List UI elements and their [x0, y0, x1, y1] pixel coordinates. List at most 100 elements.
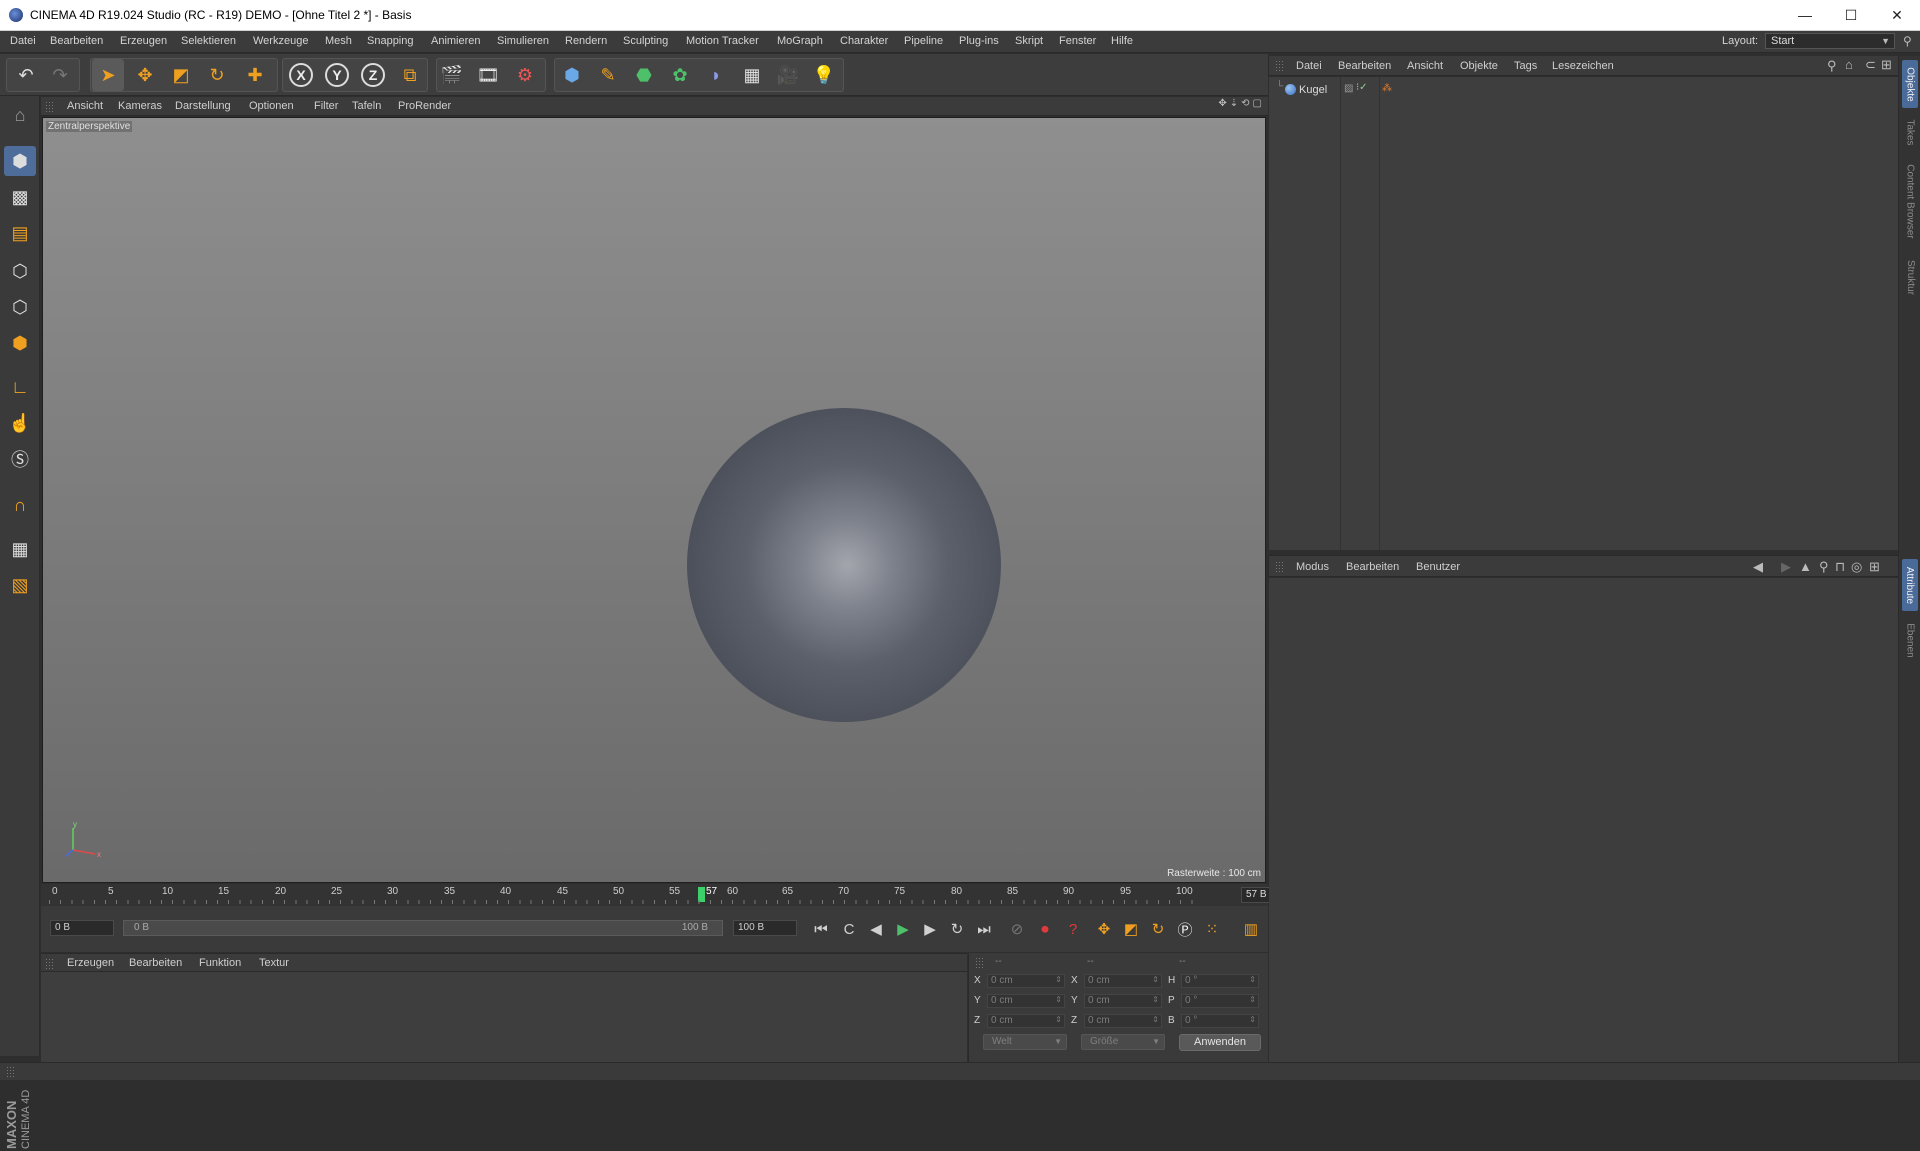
tab-content-browser[interactable]: Content Browser: [1902, 156, 1918, 246]
menu-selektieren[interactable]: Selektieren: [181, 35, 236, 47]
search-icon[interactable]: ⚲: [1819, 559, 1829, 575]
material-menu-funktion[interactable]: Funktion: [199, 957, 241, 969]
menu-snapping[interactable]: Snapping: [367, 35, 414, 47]
material-menu-erzeugen[interactable]: Erzeugen: [67, 957, 114, 969]
menu-sculpting[interactable]: Sculpting: [623, 35, 668, 47]
attribute-menu-modus[interactable]: Modus: [1296, 561, 1329, 573]
menu-simulieren[interactable]: Simulieren: [497, 35, 549, 47]
play-icon[interactable]: ▶: [890, 916, 916, 942]
tab-attribute[interactable]: Attribute: [1902, 559, 1918, 611]
axis-mode-icon[interactable]: ∟: [4, 372, 36, 402]
home-icon[interactable]: ⌂: [1845, 57, 1853, 72]
grip-icon[interactable]: [1275, 561, 1285, 573]
size-z-field[interactable]: 0 cm ⇕: [1084, 1014, 1162, 1028]
menu-pipeline[interactable]: Pipeline: [904, 35, 943, 47]
layer-icon[interactable]: ▨: [1344, 83, 1353, 94]
menu-werkzeuge[interactable]: Werkzeuge: [253, 35, 308, 47]
object-row-kugel[interactable]: └ Kugel ▨ ⁝✓ ⁂: [1269, 81, 1898, 99]
tab-takes[interactable]: Takes: [1902, 114, 1918, 150]
size-mode-dropdown[interactable]: Größe ▼: [1081, 1034, 1165, 1050]
viewport-menu-filter[interactable]: Filter: [314, 100, 338, 112]
menu-erzeugen[interactable]: Erzeugen: [120, 35, 167, 47]
undo-icon[interactable]: ↶: [10, 59, 42, 91]
menu-rendern[interactable]: Rendern: [565, 35, 607, 47]
floor-scene-icon[interactable]: ▦: [736, 59, 768, 91]
coordinate-space-dropdown[interactable]: Welt ▼: [983, 1034, 1067, 1050]
grip-icon[interactable]: [45, 958, 55, 970]
viewport-menu-ansicht[interactable]: Ansicht: [67, 100, 103, 112]
cube-object-icon[interactable]: ⬢: [556, 59, 588, 91]
polygons-mode-icon[interactable]: ⬢: [4, 328, 36, 358]
visibility-icon[interactable]: ⁝✓: [1356, 82, 1368, 93]
material-menu-bearbeiten[interactable]: Bearbeiten: [129, 957, 182, 969]
previous-frame-icon[interactable]: ◀: [863, 916, 889, 942]
move-tool-icon[interactable]: ✥: [129, 59, 161, 91]
close-button[interactable]: ✕: [1874, 0, 1920, 31]
frame-range-slider[interactable]: 0 B 100 B: [123, 920, 723, 936]
key-parameter-icon[interactable]: Ⓟ: [1172, 916, 1198, 942]
apply-button[interactable]: Anwenden: [1179, 1034, 1261, 1051]
lock-icon[interactable]: ⊓: [1835, 559, 1845, 575]
scale-tool-icon[interactable]: ◩: [165, 59, 197, 91]
grip-icon[interactable]: [975, 957, 985, 969]
search-icon[interactable]: ⚲: [1827, 58, 1837, 74]
pos-z-field[interactable]: 0 cm ⇕: [987, 1014, 1065, 1028]
x-axis-lock-button[interactable]: X: [285, 59, 317, 91]
deformer-icon[interactable]: ◗: [700, 59, 732, 91]
link-icon[interactable]: ⊂: [1865, 57, 1876, 73]
next-key-icon[interactable]: ↻: [944, 916, 970, 942]
attribute-menu-bearbeiten[interactable]: Bearbeiten: [1346, 561, 1399, 573]
array-mograph-icon[interactable]: ✿: [664, 59, 696, 91]
render-picture-viewer-icon[interactable]: 🎞: [472, 59, 504, 91]
key-pla-icon[interactable]: ⁙: [1199, 916, 1225, 942]
grip-icon[interactable]: [45, 101, 55, 113]
viewport-menu-darstellung[interactable]: Darstellung: [175, 100, 231, 112]
rot-h-field[interactable]: 0 ° ⇕: [1181, 974, 1259, 988]
attribute-manager-area[interactable]: [1269, 578, 1898, 1062]
key-position-icon[interactable]: ✥: [1091, 916, 1117, 942]
object-menu-lesezeichen[interactable]: Lesezeichen: [1552, 60, 1614, 72]
object-name[interactable]: Kugel: [1299, 84, 1327, 96]
viewport-menu-tafeln[interactable]: Tafeln: [352, 100, 381, 112]
layout-select[interactable]: Start ▼: [1765, 33, 1895, 49]
material-manager-area[interactable]: [41, 972, 967, 1062]
recent-tool-icon[interactable]: ✚: [239, 59, 271, 91]
render-view-icon[interactable]: 🎬: [436, 59, 468, 91]
grip-icon[interactable]: [1275, 60, 1285, 72]
start-frame-field[interactable]: 0 B: [50, 920, 114, 936]
menu-plugins[interactable]: Plug-ins: [959, 35, 999, 47]
model-mode-icon[interactable]: ⬢: [4, 146, 36, 176]
grip-icon[interactable]: [6, 1066, 16, 1078]
phong-tag-icon[interactable]: ⁂: [1382, 83, 1392, 94]
snapping-icon[interactable]: Ⓢ: [4, 444, 36, 474]
arrow-back-icon[interactable]: ◀: [1753, 559, 1763, 575]
light-icon[interactable]: 💡: [808, 59, 840, 91]
pos-y-field[interactable]: 0 cm ⇕: [987, 994, 1065, 1008]
subdivision-generator-icon[interactable]: ⬣: [628, 59, 660, 91]
tweak-mode-icon[interactable]: ☝: [4, 408, 36, 438]
arrow-up-icon[interactable]: ▲: [1799, 559, 1812, 574]
selection-tool-icon[interactable]: ➤: [92, 59, 124, 91]
object-manager-list[interactable]: └ Kugel ▨ ⁝✓ ⁂: [1269, 77, 1898, 550]
menu-charakter[interactable]: Charakter: [840, 35, 888, 47]
timeline-window-icon[interactable]: ▥: [1238, 916, 1264, 942]
object-menu-ansicht[interactable]: Ansicht: [1407, 60, 1443, 72]
menu-mesh[interactable]: Mesh: [325, 35, 352, 47]
object-menu-bearbeiten[interactable]: Bearbeiten: [1338, 60, 1391, 72]
workplane-grid-icon[interactable]: ▦: [4, 534, 36, 564]
tab-struktur[interactable]: Struktur: [1902, 252, 1918, 302]
keyframe-selection-icon[interactable]: ?: [1060, 916, 1086, 942]
previous-key-icon[interactable]: C: [836, 916, 862, 942]
menu-mograph[interactable]: MoGraph: [777, 35, 823, 47]
y-axis-lock-button[interactable]: Y: [321, 59, 353, 91]
minimize-button[interactable]: —: [1782, 0, 1828, 31]
next-frame-icon[interactable]: ▶: [917, 916, 943, 942]
new-view-icon[interactable]: ⊞: [1869, 559, 1880, 575]
record-keys-icon[interactable]: ⊘: [1004, 916, 1030, 942]
menu-datei[interactable]: Datei: [10, 35, 36, 47]
key-rotation-icon[interactable]: ↻: [1145, 916, 1171, 942]
menu-motion-tracker[interactable]: Motion Tracker: [686, 35, 759, 47]
tab-ebenen[interactable]: Ebenen: [1902, 617, 1918, 663]
go-to-end-icon[interactable]: ⏭: [971, 916, 997, 942]
menu-skript[interactable]: Skript: [1015, 35, 1043, 47]
